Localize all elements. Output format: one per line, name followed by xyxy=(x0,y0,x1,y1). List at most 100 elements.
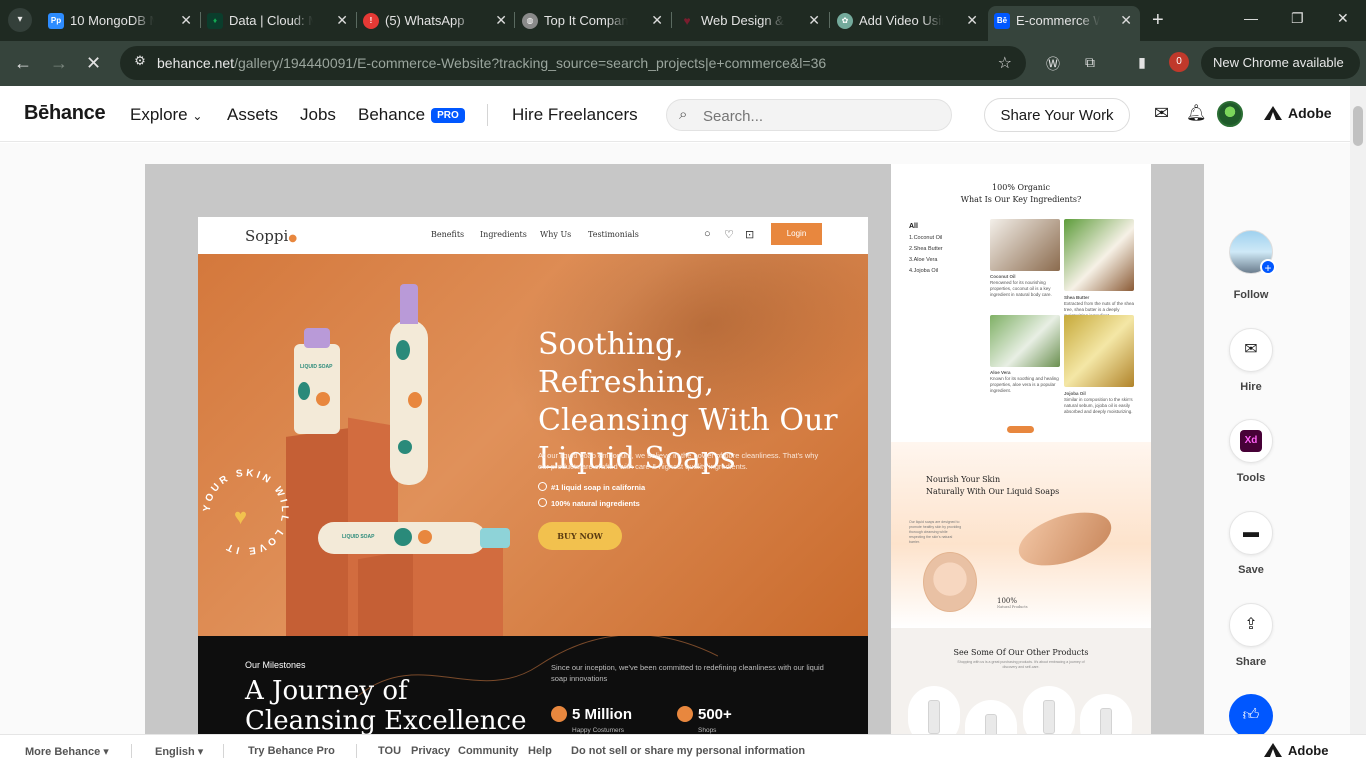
new-chrome-available-button[interactable]: New Chrome available ⋮ xyxy=(1201,47,1360,102)
scrollbar-thumb[interactable] xyxy=(1353,106,1363,146)
address-bar[interactable]: ⚙ behance.net/gallery/194440091/E-commer… xyxy=(120,46,1026,80)
hire-label: Hire xyxy=(1240,381,1262,393)
close-tab-icon[interactable]: ✕ xyxy=(1120,6,1132,35)
coconut-oil-caption: Coconut Oil Renowned for its nourishing p… xyxy=(990,274,1052,297)
milestone-stat-shops: 500+ Shops xyxy=(677,706,732,734)
nourish-section: Nourish Your Skin Naturally With Our Liq… xyxy=(891,442,1151,628)
page-scrollbar[interactable] xyxy=(1350,86,1366,734)
behance-logo[interactable]: Bēhance xyxy=(24,102,106,125)
nav-jobs[interactable]: Jobs xyxy=(300,105,336,125)
footer-link-community[interactable]: Community xyxy=(458,745,519,757)
heart-icon: ♥ xyxy=(683,14,691,28)
project-image-right: 100% Organic What Is Our Key Ingredients… xyxy=(891,164,1151,734)
browser-tab-active[interactable]: Bē E-commerce We ✕ xyxy=(988,6,1140,41)
browser-tab-5[interactable]: ♥ Web Design & D ✕ xyxy=(673,6,828,35)
nav-assets[interactable]: Assets xyxy=(227,105,278,125)
adobe-link[interactable]: Adobe xyxy=(1264,105,1332,121)
browser-tab-4[interactable]: ◍ Top It Company ✕ xyxy=(516,6,671,35)
soppi-check-1: #1 liquid soap in california xyxy=(538,482,645,492)
aloe-vera-caption: Aloe Vera Known for its soothing and heal… xyxy=(990,370,1059,393)
close-window-icon[interactable]: ✕ xyxy=(1337,10,1349,27)
browser-tab-1[interactable]: Pp 10 MongoDB Mi ✕ xyxy=(42,6,200,35)
soppi-buy-now-button: BUY NOW xyxy=(538,522,622,550)
minimize-icon[interactable]: — xyxy=(1244,10,1258,26)
share-icon: ⇪ xyxy=(1244,616,1258,633)
restore-icon[interactable]: ❐ xyxy=(1291,10,1304,27)
close-tab-icon[interactable]: ✕ xyxy=(808,6,820,35)
tab-search-icon[interactable]: ▾ xyxy=(8,8,32,32)
forward-icon[interactable]: → xyxy=(50,53,68,74)
close-tab-icon[interactable]: ✕ xyxy=(336,6,348,35)
product-card xyxy=(965,700,1017,734)
soppi-nav-benefits: Benefits xyxy=(431,230,465,239)
search-input[interactable] xyxy=(703,105,933,127)
search-box: ⌕ xyxy=(666,99,952,131)
close-tab-icon[interactable]: ✕ xyxy=(966,6,978,35)
project-image-edge xyxy=(1151,164,1204,734)
follow-label[interactable]: Follow xyxy=(1211,289,1291,301)
adobe-footer-link[interactable]: Adobe xyxy=(1264,743,1328,758)
stop-loading-icon[interactable]: ✕ xyxy=(86,53,101,74)
organic-title: 100% Organic What Is Our Key Ingredients… xyxy=(960,183,1082,204)
extensions-puzzle-icon[interactable]: ⧉ xyxy=(1081,54,1099,72)
user-avatar[interactable] xyxy=(1217,101,1243,127)
nav-hire-freelancers[interactable]: Hire Freelancers xyxy=(512,105,638,125)
back-icon[interactable]: ← xyxy=(14,53,32,74)
browser-tab-strip: ▾ Pp 10 MongoDB Mi ✕ ♦ Data | Cloud: Mc … xyxy=(0,0,1366,41)
notifications-bell-icon[interactable]: 🔔︎ xyxy=(1186,103,1206,123)
soppi-hero-description: At our liquid soap emporium, we believe … xyxy=(538,451,819,471)
follow-plus-icon[interactable]: + xyxy=(1260,259,1276,275)
nav-explore[interactable]: Explore ⌄ xyxy=(130,105,202,125)
pedestal-block xyxy=(358,548,418,636)
natural-products-stat: 100% Natural Products xyxy=(997,597,1028,609)
tools-label: Tools xyxy=(1236,472,1266,484)
behance-footer: More Behance ▾ English ▾ Try Behance Pro… xyxy=(0,734,1366,768)
tools-button[interactable]: Xd xyxy=(1229,419,1273,463)
side-panel-icon[interactable]: ▮ xyxy=(1133,54,1151,72)
adobe-xd-icon: Xd xyxy=(1240,429,1262,452)
share-button[interactable]: ⇪ xyxy=(1229,603,1273,647)
save-button[interactable]: ▬ xyxy=(1229,511,1273,555)
hire-button[interactable]: ✉ xyxy=(1229,328,1273,372)
language-dropdown[interactable]: English ▾ xyxy=(155,745,203,758)
behance-icon: Bē xyxy=(994,13,1010,29)
close-tab-icon[interactable]: ✕ xyxy=(651,6,663,35)
pp-icon: Pp xyxy=(48,13,64,29)
other-products-subtitle: Shopping with us is a great purchasing p… xyxy=(957,660,1085,669)
more-behance-dropdown[interactable]: More Behance ▾ xyxy=(25,745,109,758)
footer-link-help[interactable]: Help xyxy=(528,745,552,757)
close-tab-icon[interactable]: ✕ xyxy=(180,6,192,35)
product-card xyxy=(1080,694,1132,734)
soppi-nav-testimonials: Testimonials xyxy=(588,230,639,239)
close-tab-icon[interactable]: ✕ xyxy=(495,6,507,35)
appreciate-button[interactable]: 👍︎ xyxy=(1229,694,1273,734)
new-tab-icon[interactable]: + xyxy=(1152,9,1164,32)
envelope-icon: ✉ xyxy=(1244,341,1258,358)
share-your-work-button[interactable]: Share Your Work xyxy=(984,98,1130,132)
shea-butter-image xyxy=(1064,219,1134,291)
browser-tab-2[interactable]: ♦ Data | Cloud: Mc ✕ xyxy=(201,6,356,35)
share-label: Share xyxy=(1235,656,1267,668)
browser-tab-6[interactable]: ✿ Add Video Using ✕ xyxy=(831,6,986,35)
soppi-search-icon: ○ xyxy=(704,228,711,240)
coconut-oil-image xyxy=(990,219,1060,271)
messages-envelope-icon[interactable]: ✉ xyxy=(1154,103,1169,124)
check-circle-icon xyxy=(538,482,547,491)
wordtune-extension-icon[interactable]: Ⓦ xyxy=(1044,54,1062,72)
heart-icon: ♥ xyxy=(234,504,248,529)
footer-link-do-not-sell[interactable]: Do not sell or share my personal informa… xyxy=(571,745,805,757)
footer-link-tou[interactable]: TOU xyxy=(378,745,401,757)
soap-bottle-spray xyxy=(390,284,428,485)
footer-link-privacy[interactable]: Privacy xyxy=(411,745,450,757)
owner-avatar[interactable]: + xyxy=(1229,230,1276,275)
aloe-vera-image xyxy=(990,315,1060,367)
nav-behance-pro[interactable]: Behance PRO xyxy=(358,105,465,125)
bookmark-star-icon[interactable]: ☆ xyxy=(998,53,1012,73)
try-behance-pro-link[interactable]: Try Behance Pro xyxy=(248,745,335,757)
extension-badge-icon[interactable]: 0 xyxy=(1169,52,1189,72)
shops-icon xyxy=(677,706,693,722)
site-info-icon[interactable]: ⚙ xyxy=(130,53,150,73)
pro-badge: PRO xyxy=(431,108,465,123)
mongodb-leaf-icon: ♦ xyxy=(207,13,223,29)
browser-tab-3[interactable]: ! (5) WhatsApp ✕ xyxy=(357,6,515,35)
